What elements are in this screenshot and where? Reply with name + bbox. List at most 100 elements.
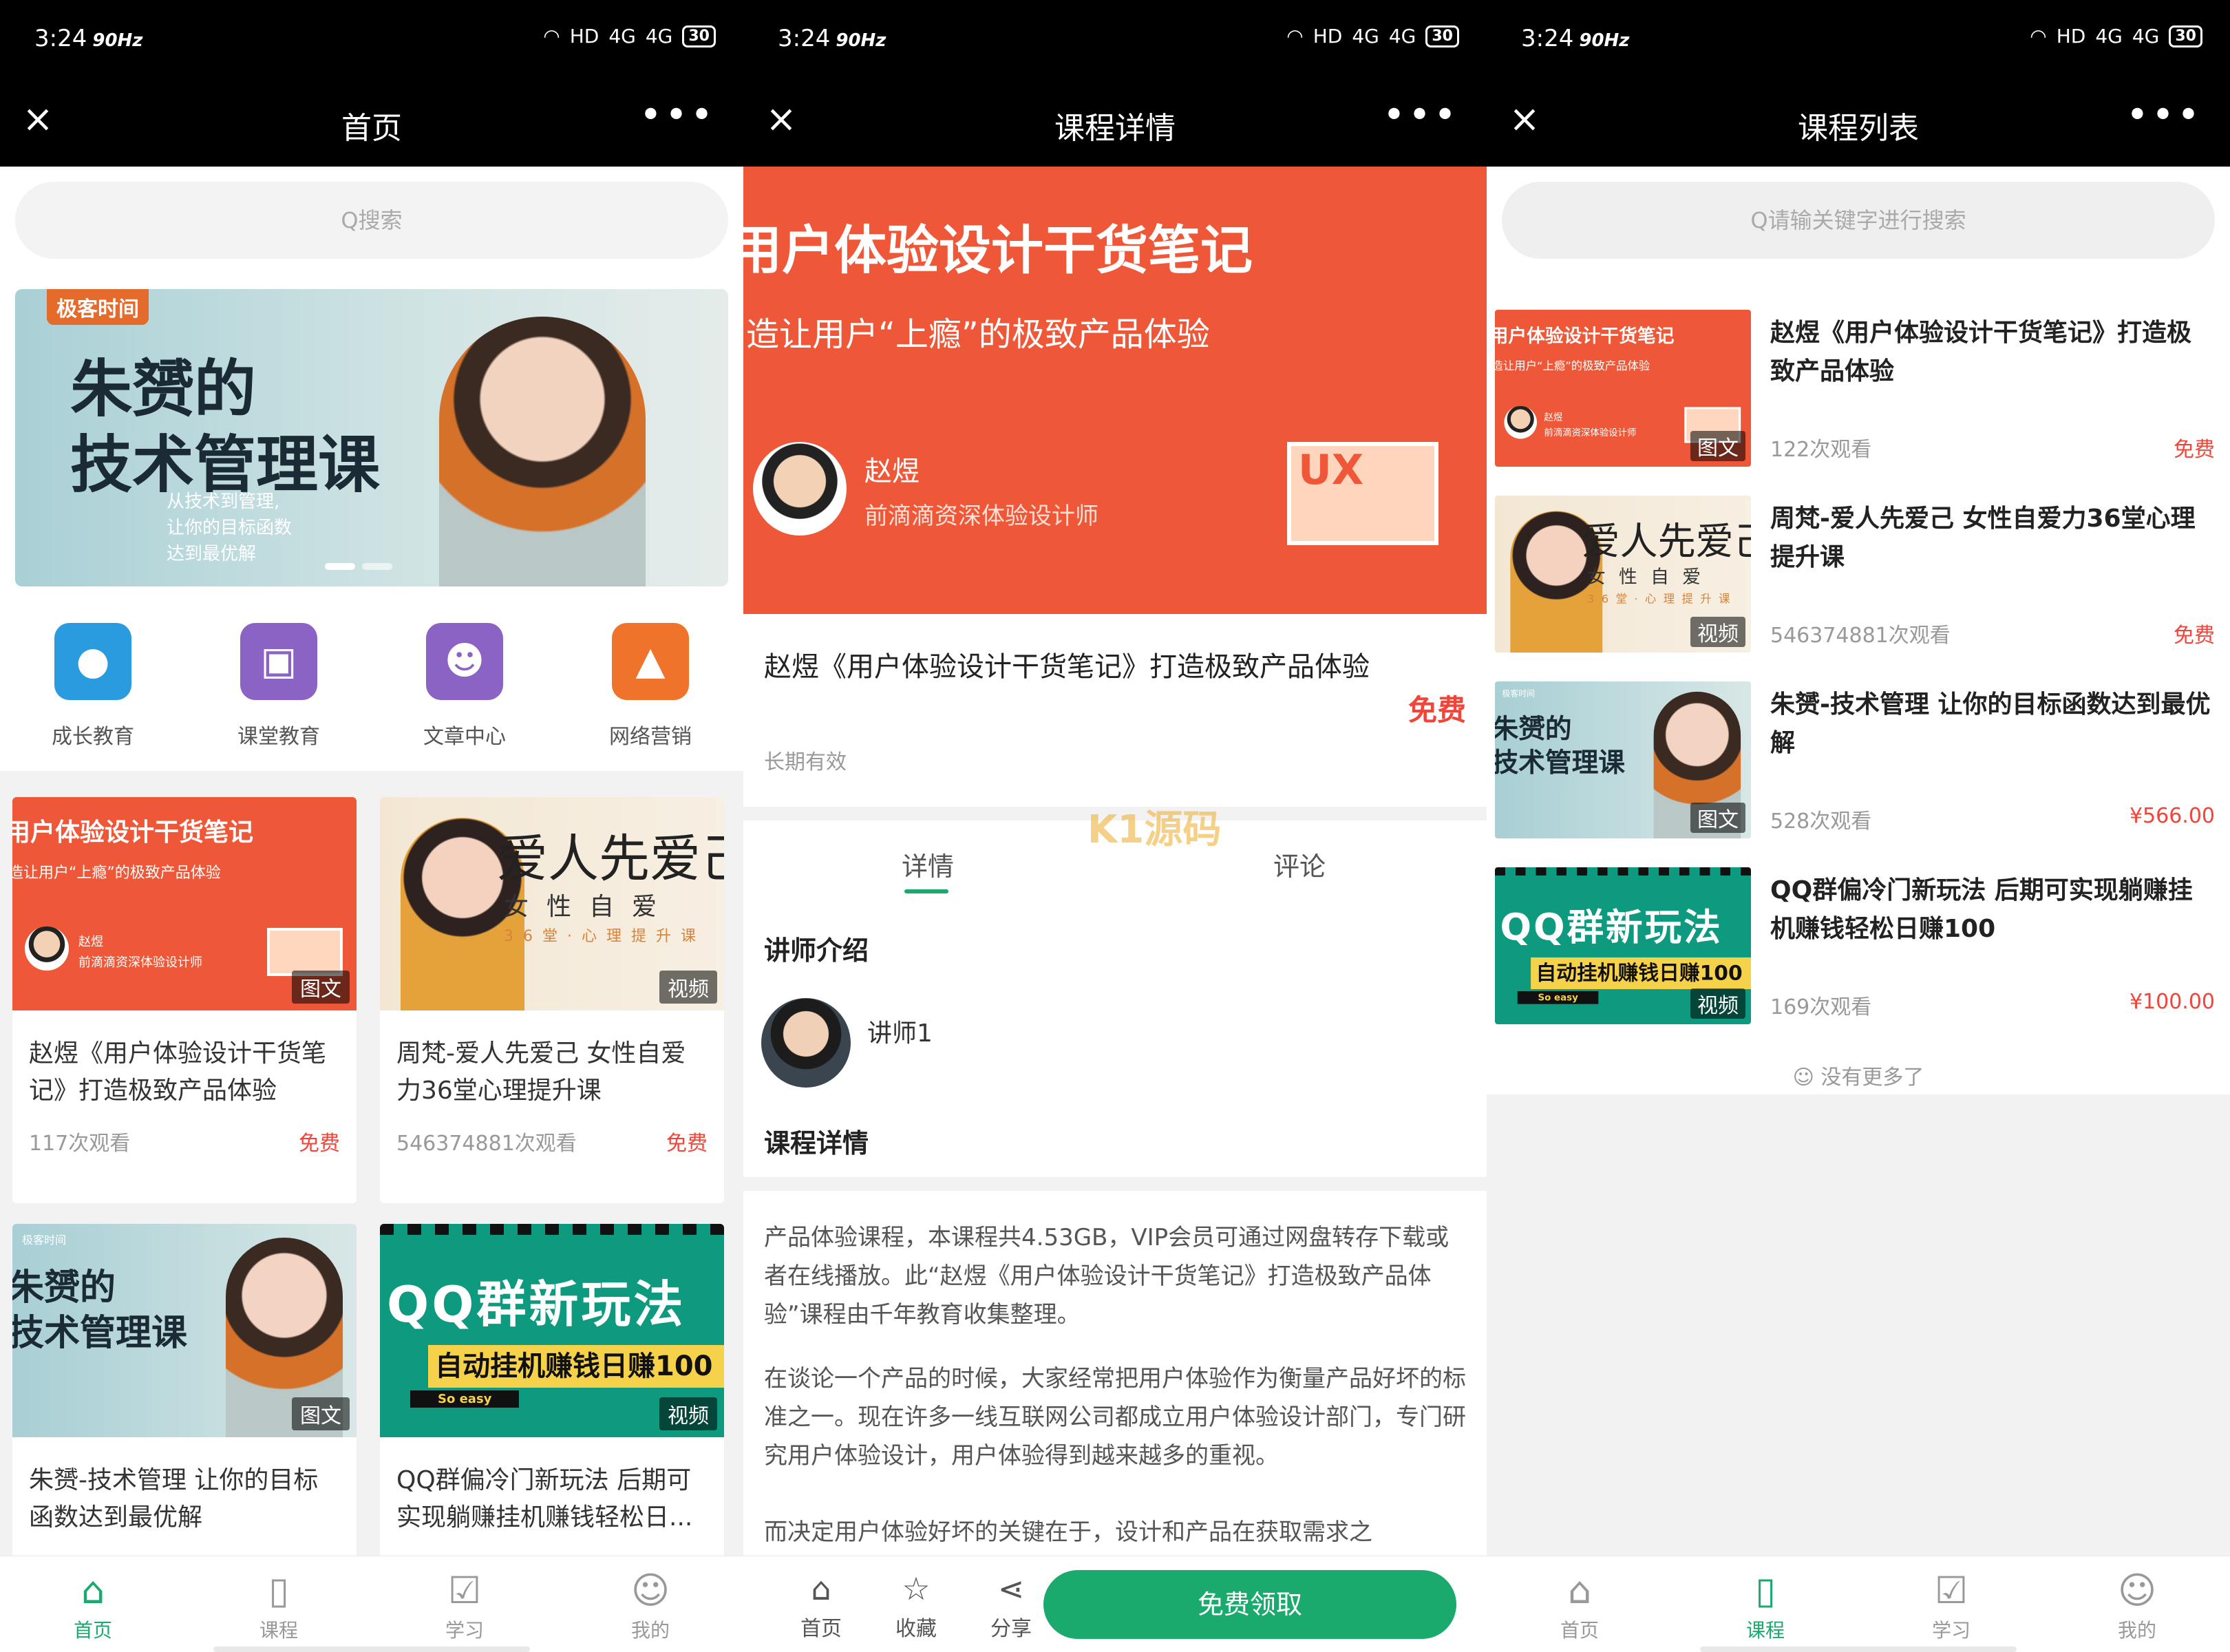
course-list-screen: 3:24 90Hz ◠ HD 4G 4G 30 × 课程列表 ••• Q请输关键字… <box>1487 0 2230 1652</box>
star-icon: ☆ <box>902 1570 931 1607</box>
price-label: ¥100.00 <box>2129 990 2215 1014</box>
home-screen: 3:24 90Hz ◠ HD 4G 4G 30 × 首页 ••• Q搜索 极客时间… <box>0 0 743 1652</box>
title-bar: × 课程列表 ••• <box>1487 76 2230 167</box>
battery-icon: 30 <box>682 25 716 47</box>
tab-detail[interactable]: 详情 <box>902 845 954 883</box>
page-title: 首页 <box>341 111 402 146</box>
list-item[interactable]: 用户体验设计干货笔记 造让用户“上瘾”的极致产品体验 赵煜 前滴滴资深体验设计师 … <box>1495 310 2222 496</box>
carousel-dots[interactable] <box>325 563 392 570</box>
wifi-icon: ◠ <box>2030 25 2047 47</box>
category-3[interactable]: ▲ 网络营销 <box>582 606 719 771</box>
list-item[interactable]: 爱人先爱己 女性自爱 36堂·心理提升课 视频 周梵-爱人先爱己 女性自爱力36… <box>1495 496 2222 681</box>
course-title: 周梵-爱人先爱己 女性自爱力36堂心理提升课 <box>396 1039 686 1105</box>
category-2[interactable]: ☻ 文章中心 <box>396 606 533 771</box>
more-icon[interactable]: ••• <box>639 95 716 136</box>
description-paragraph: 在谈论一个产品的时候，大家经常把用户体验作为衡量产品好坏的标准之一。现在许多一线… <box>764 1365 1466 1470</box>
course-detail-screen: 3:24 90Hz ◠ HD 4G 4G 30 × 课程详情 ••• 用户体验设计… <box>743 0 1487 1652</box>
view-count: 546374881次观看 <box>396 1132 577 1156</box>
course-list: 用户体验设计干货笔记 造让用户“上瘾”的极致产品体验 赵煜 前滴滴资深体验设计师 … <box>1487 275 2230 1094</box>
share-action[interactable]: ⋖ 分享 <box>973 1569 1049 1642</box>
battery-icon: 30 <box>1425 25 1459 47</box>
course-title: 赵煜《用户体验设计干货笔记》打造极致产品体验 <box>764 651 1370 683</box>
signal-label-2: 4G <box>645 25 673 47</box>
status-time: 3:24 90Hz <box>778 25 886 52</box>
avatar <box>25 926 69 971</box>
ux-board-icon: UX <box>1287 442 1438 545</box>
favorite-action[interactable]: ☆ 收藏 <box>878 1569 954 1642</box>
chart-icon: ☑ <box>1934 1569 1968 1612</box>
price-label: ¥566.00 <box>2129 804 2215 828</box>
home-action[interactable]: ⌂ 首页 <box>783 1569 859 1642</box>
course-title: 周梵-爱人先爱己 女性自爱力36堂心理提升课 <box>1770 505 2196 571</box>
tab-2[interactable]: ☑ 学习 <box>1858 1556 2044 1652</box>
status-icons: ◠ HD 4G 4G 30 <box>543 25 716 47</box>
banner-brand: 极客时间 <box>47 289 149 325</box>
tab-label: 课程 <box>259 1619 298 1642</box>
section-heading-teacher: 讲师介绍 <box>764 935 869 966</box>
tab-1[interactable]: ▯ 课程 <box>1672 1556 1858 1652</box>
more-icon[interactable]: ••• <box>1383 95 1459 136</box>
battery-icon: 30 <box>2169 25 2202 47</box>
category-row: ● 成长教育 ▣ 课堂教育 ☻ 文章中心 ▲ 网络营销 <box>0 606 743 771</box>
tab-label: 我的 <box>2117 1619 2156 1642</box>
course-thumbnail: 极客时间 朱赟的 技术管理课 图文 <box>1495 681 1751 838</box>
briefcase-icon: ▣ <box>240 623 317 700</box>
signal-label-1: 4G <box>2095 25 2123 47</box>
banner-subtitle: 从技术到管理, 让你的目标函数 达到最优解 <box>167 491 293 564</box>
status-time: 3:24 90Hz <box>1521 25 1630 52</box>
tab-1[interactable]: ▯ 课程 <box>186 1556 372 1652</box>
avatar <box>753 442 847 536</box>
banner-portrait <box>439 317 646 586</box>
course-thumbnail: QQ群新玩法 自动挂机赚钱日赚100 So easy 视频 <box>1495 867 1751 1024</box>
price-label: 免费 <box>2174 438 2215 462</box>
search-input[interactable]: Q请输关键字进行搜索 <box>1502 182 2215 259</box>
course-card[interactable]: 爱人先爱己 女性自爱 36堂·心理提升课 视频 周梵-爱人先爱己 女性自爱力36… <box>380 797 724 1203</box>
status-bar: 3:24 90Hz ◠ HD 4G 4G 30 <box>0 0 743 76</box>
tab-comment[interactable]: 评论 <box>1273 845 1326 883</box>
smiley-icon: ☻ <box>426 623 503 700</box>
tab-label: 首页 <box>73 1619 112 1642</box>
home-icon: ⌂ <box>1567 1569 1592 1612</box>
tab-3[interactable]: ☺ 我的 <box>558 1556 743 1652</box>
page-title: 课程详情 <box>1054 111 1176 146</box>
tab-label: 课程 <box>1745 1619 1785 1642</box>
category-1[interactable]: ▣ 课堂教育 <box>210 606 348 771</box>
list-item[interactable]: QQ群新玩法 自动挂机赚钱日赚100 So easy 视频 QQ群偏冷门新玩法 … <box>1495 867 2222 1053</box>
course-card[interactable]: 用户体验设计干货笔记 造让用户“上瘾”的极致产品体验 赵煜 前滴滴资深体验设计师 … <box>12 797 357 1203</box>
share-icon: ⋖ <box>997 1570 1025 1607</box>
tab-3[interactable]: ☺ 我的 <box>2044 1556 2230 1652</box>
view-count: 117次观看 <box>29 1132 131 1156</box>
price-label: 免费 <box>2174 624 2215 648</box>
search-input[interactable]: Q搜索 <box>15 182 728 259</box>
course-thumbnail: 用户体验设计干货笔记 造让用户“上瘾”的极致产品体验 赵煜 前滴滴资深体验设计师 … <box>12 797 357 1010</box>
person-icon: ● <box>54 623 131 700</box>
description-paragraph: 而决定用户体验好坏的关键在于，设计和产品在获取需求之 <box>764 1518 1372 1546</box>
signal-label-1: 4G <box>608 25 636 47</box>
claim-free-button[interactable]: 免费领取 <box>1043 1570 1456 1639</box>
list-item[interactable]: 极客时间 朱赟的 技术管理课 图文 朱赟-技术管理 让你的目标函数达到最优解 52… <box>1495 681 2222 867</box>
tab-0[interactable]: ⌂ 首页 <box>1487 1556 1672 1652</box>
tab-label: 我的 <box>630 1619 670 1642</box>
tab-0[interactable]: ⌂ 首页 <box>0 1556 186 1652</box>
course-info: 赵煜《用户体验设计干货笔记》打造极致产品体验 免费 长期有效 <box>743 614 1487 807</box>
price-label: 免费 <box>299 1132 340 1156</box>
ux-board-icon <box>267 928 343 976</box>
price-label: 免费 <box>1408 693 1466 727</box>
banner-carousel[interactable]: 极客时间 朱赟的 技术管理课 从技术到管理, 让你的目标函数 达到最优解 <box>15 289 728 586</box>
category-0[interactable]: ● 成长教育 <box>24 606 162 771</box>
content-type-badge: 图文 <box>1690 803 1745 833</box>
teacher-name[interactable]: 讲师1 <box>867 1013 933 1049</box>
status-icons: ◠ HD 4G 4G 30 <box>2030 25 2202 47</box>
more-icon[interactable]: ••• <box>2126 95 2202 136</box>
bottom-tab-bar: ⌂ 首页 ▯ 课程 ☑ 学习 ☺ 我的 <box>1487 1556 2230 1652</box>
course-thumbnail: 爱人先爱己 女性自爱 36堂·心理提升课 视频 <box>380 797 724 1010</box>
bookmark-icon: ▯ <box>268 1569 289 1612</box>
network-label: HD <box>1313 25 1343 47</box>
avatar[interactable] <box>761 998 851 1088</box>
title-bar: × 课程详情 ••• <box>743 76 1487 167</box>
course-title: 朱赟-技术管理 让你的目标函数达到最优解 <box>1770 690 2211 757</box>
tab-label: 学习 <box>445 1619 484 1642</box>
tab-2[interactable]: ☑ 学习 <box>372 1556 558 1652</box>
category-label: 课堂教育 <box>237 725 320 749</box>
content-type-badge: 视频 <box>1690 617 1745 647</box>
